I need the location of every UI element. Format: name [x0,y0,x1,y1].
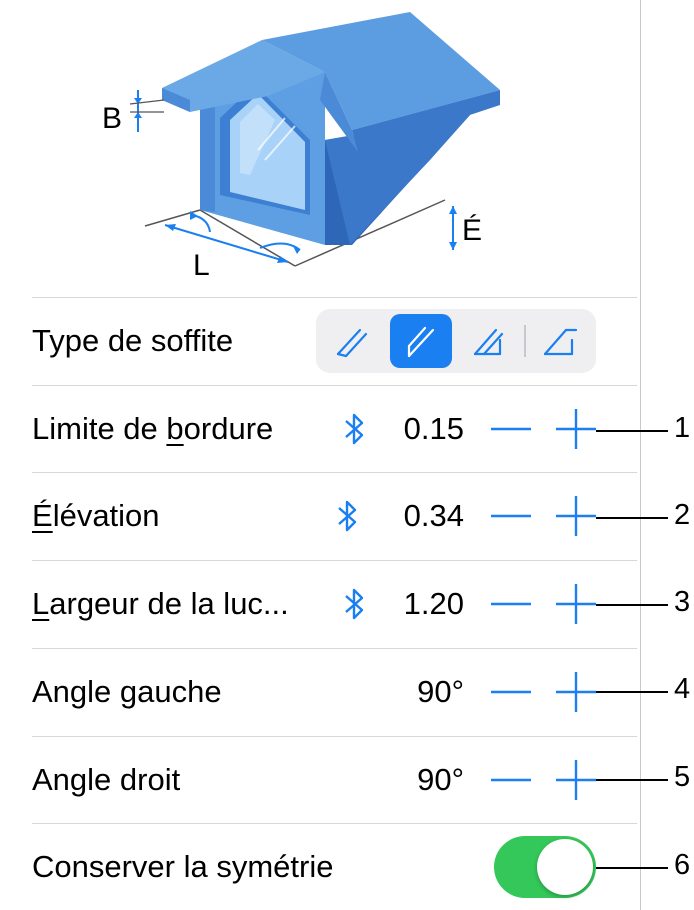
elevation-label-shortcut: É [32,498,53,533]
keep-symmetry-toggle[interactable] [494,836,596,898]
dormer-settings-panel: B L É Type de soffite Limite de bordure … [0,0,641,910]
border-limit-label-prefix: Limite de [32,411,167,446]
callout-line [596,430,668,432]
border-limit-label-shortcut: b [166,411,184,446]
segment-divider [524,325,526,357]
left-angle-value[interactable]: 90° [374,674,464,710]
callout-number: 5 [674,761,691,793]
soffit-type-1-button[interactable] [321,314,383,368]
elevation-increment-button[interactable] [554,494,598,538]
label-b: B [102,102,122,135]
soffit-type-2-button[interactable] [390,314,452,368]
soffit-type-1-icon [336,328,368,358]
soffit-type-row: Type de soffite [32,297,637,384]
border-limit-increment-button[interactable] [554,407,598,451]
callout-line [596,867,668,869]
right-angle-increment-button[interactable] [554,758,598,802]
callout-line [596,604,668,606]
callout-1: 1 [596,412,694,446]
border-limit-decrement-button[interactable] [489,407,533,451]
elevation-value[interactable]: 0.34 [374,498,464,534]
dormer-illustration: B L É [102,12,500,282]
callout-number: 2 [674,499,691,531]
callout-3: 3 [596,586,694,620]
callout-line [596,517,668,519]
callout-line [596,779,668,781]
dormer-width-label: Largeur de la luc... [32,586,289,622]
right-angle-value[interactable]: 90° [374,762,464,798]
soffit-type-2-icon [407,326,435,358]
dormer-width-label-rest: argeur de la luc... [49,586,289,621]
elevation-row: Élévation 0.34 [32,472,637,559]
dormer-width-decrement-button[interactable] [489,582,533,626]
callout-number: 6 [674,849,691,881]
soffit-type-3-button[interactable] [459,314,521,368]
toggle-knob [537,839,593,895]
label-l: L [193,249,210,282]
label-e: É [462,214,482,247]
right-angle-decrement-button[interactable] [489,758,533,802]
right-angle-row: Angle droit 90° [32,736,637,823]
soffit-type-label: Type de soffite [32,323,234,358]
left-angle-row: Angle gauche 90° [32,648,637,735]
dormer-width-row: Largeur de la luc... 1.20 [32,560,637,647]
elevation-label: Élévation [32,498,160,534]
callout-6: 6 [596,849,694,883]
border-limit-label: Limite de bordure [32,411,273,447]
left-angle-decrement-button[interactable] [489,670,533,714]
left-angle-label: Angle gauche [32,674,222,709]
keep-symmetry-row: Conserver la symétrie [32,823,637,910]
elevation-label-rest: lévation [52,498,160,533]
soffit-type-3-icon [473,328,504,356]
bluetooth-icon[interactable] [342,411,368,447]
soffit-type-4-button[interactable] [529,314,591,368]
soffit-type-4-icon [543,328,578,356]
callout-number: 4 [674,673,691,705]
dormer-width-increment-button[interactable] [554,582,598,626]
dormer-width-value[interactable]: 1.20 [374,586,464,622]
bluetooth-icon[interactable] [335,498,361,534]
bluetooth-icon[interactable] [342,586,368,622]
border-limit-row: Limite de bordure 0.15 [32,385,637,472]
callout-4: 4 [596,673,694,707]
elevation-decrement-button[interactable] [489,494,533,538]
right-angle-label: Angle droit [32,762,181,797]
callout-number: 1 [674,412,691,444]
border-limit-label-rest: ordure [183,411,274,446]
border-limit-value[interactable]: 0.15 [374,411,464,447]
dormer-width-label-shortcut: L [32,586,50,621]
soffit-type-segmented-control [316,309,596,373]
left-angle-increment-button[interactable] [554,670,598,714]
callout-number: 3 [674,586,691,618]
callout-2: 2 [596,499,694,533]
callout-line [596,691,668,693]
keep-symmetry-label: Conserver la symétrie [32,849,334,884]
callout-5: 5 [596,761,694,795]
